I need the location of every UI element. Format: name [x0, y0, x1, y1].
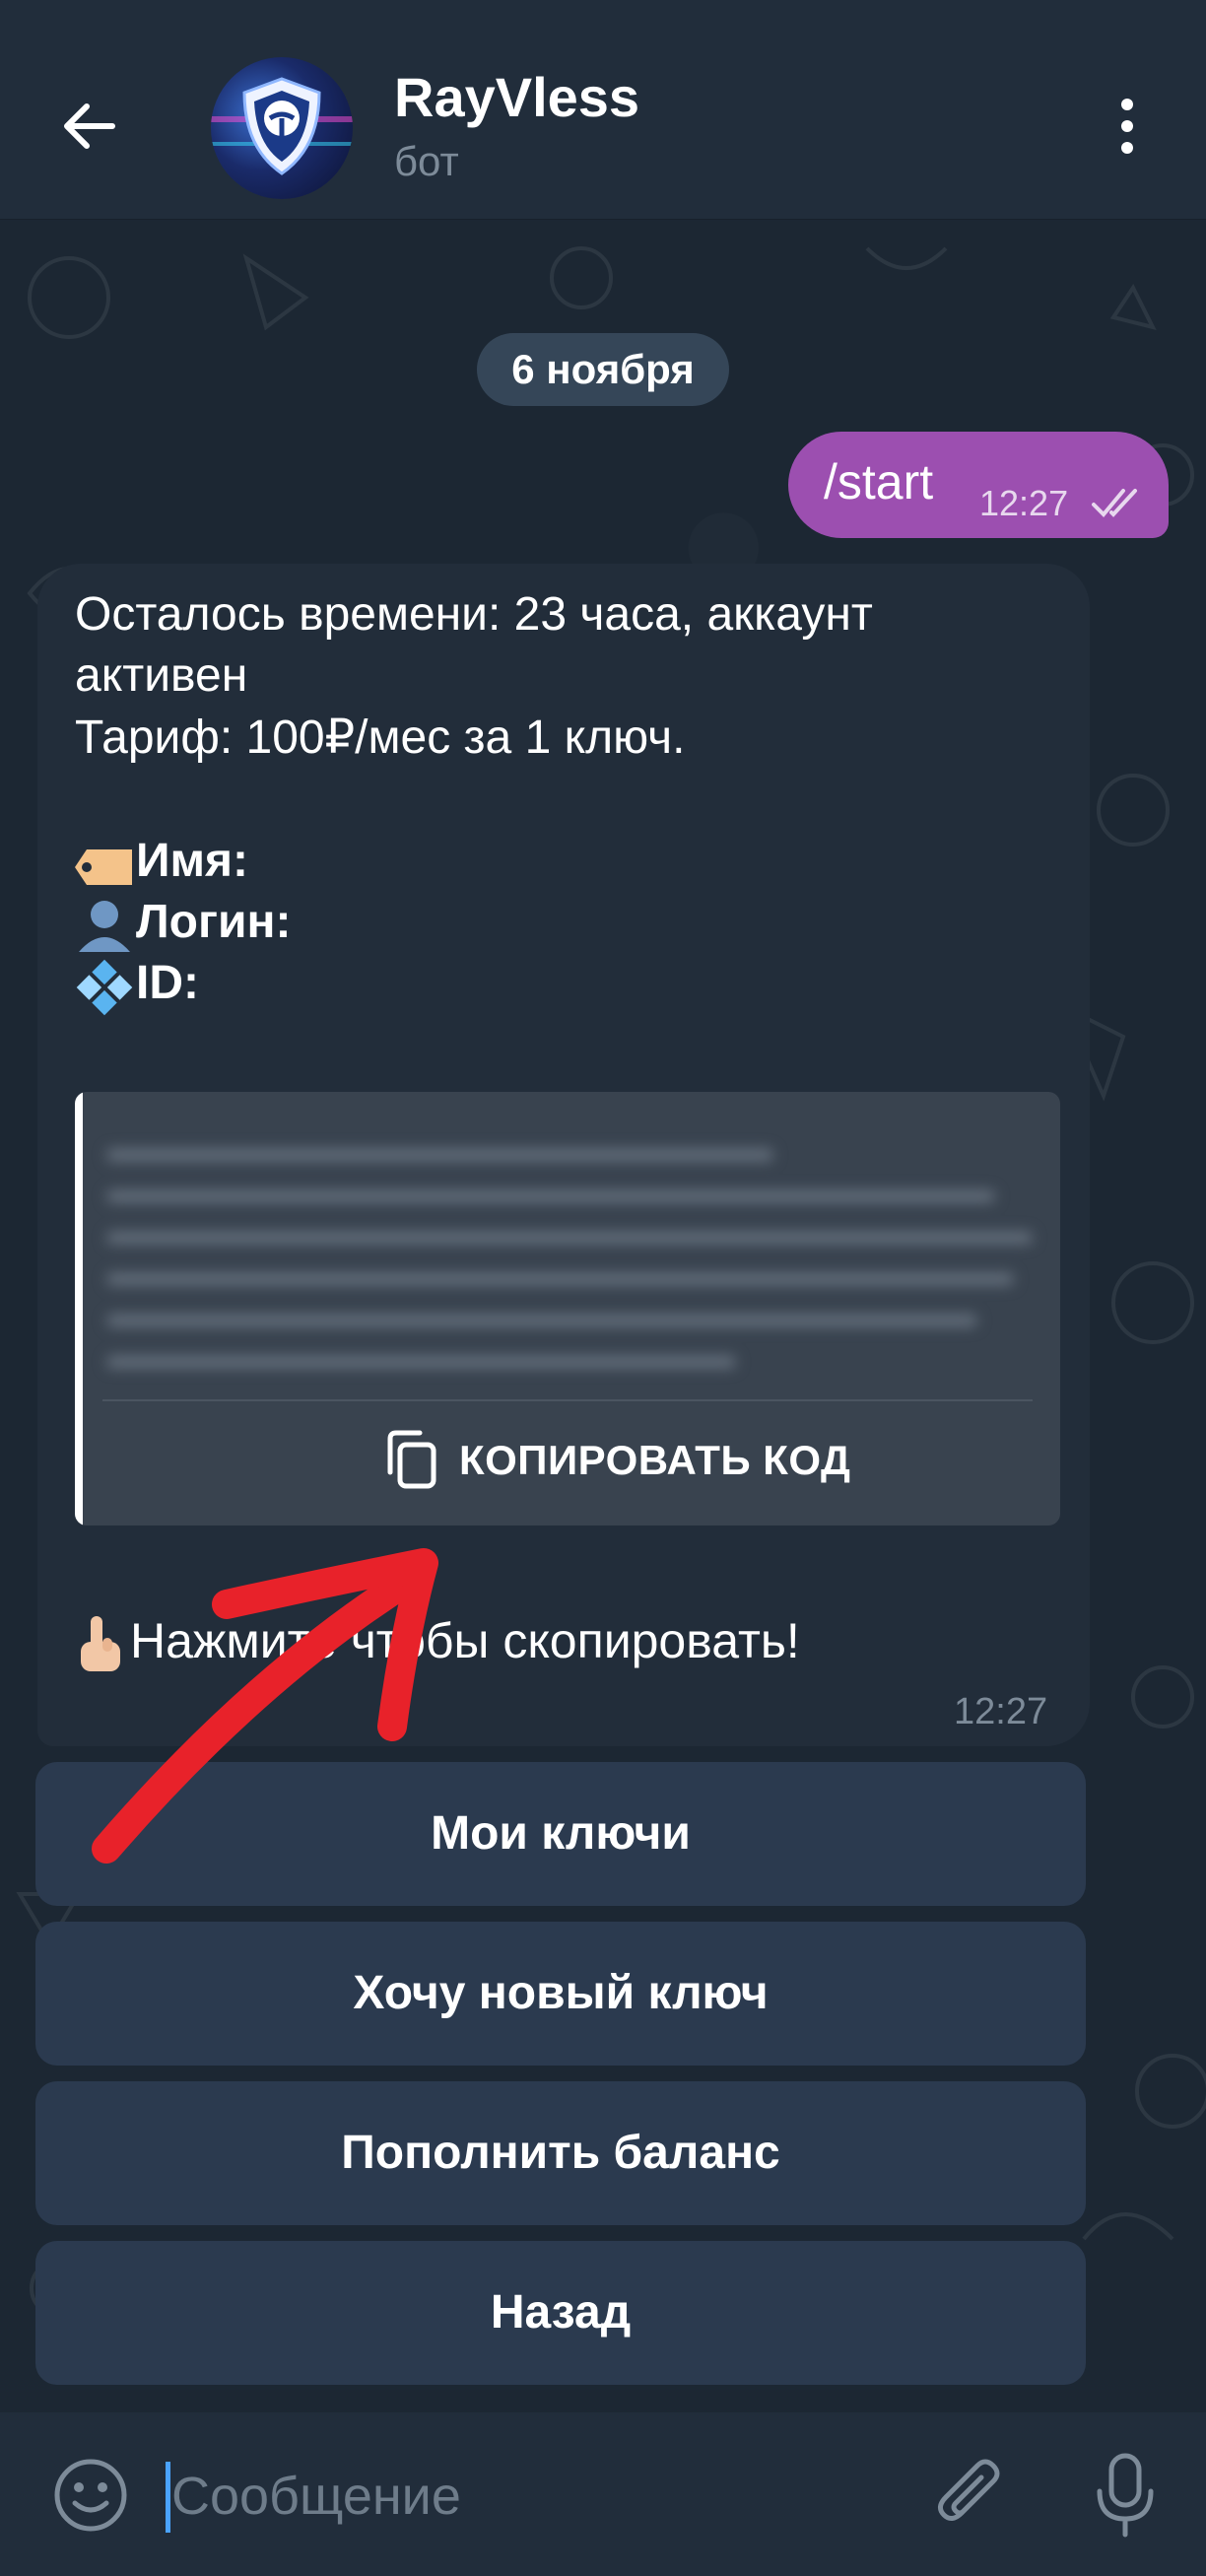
microphone-icon[interactable]	[1090, 2450, 1161, 2541]
message-line: Тариф: 100₽/мес за 1 ключ.	[75, 712, 686, 764]
back-button[interactable]: Назад	[35, 2241, 1086, 2385]
chat-title[interactable]: RayVless	[394, 65, 639, 129]
person-silhouette-icon	[79, 901, 130, 952]
message-input[interactable]	[171, 2452, 881, 2541]
emoji-smile-icon[interactable]	[51, 2456, 130, 2535]
message-composer	[0, 2412, 1206, 2576]
double-check-icon	[1092, 489, 1137, 517]
divider	[102, 1399, 1033, 1401]
bot-avatar[interactable]	[211, 57, 353, 199]
copy-code-button[interactable]: КОПИРОВАТЬ КОД	[459, 1437, 850, 1484]
code-block-accent	[75, 1092, 83, 1525]
field-id-label: ID:	[136, 957, 199, 1009]
top-up-balance-button[interactable]: Пополнить баланс	[35, 2081, 1086, 2225]
pointing-up-hand-icon	[81, 1616, 120, 1671]
back-arrow-icon[interactable]	[55, 91, 126, 162]
incoming-message[interactable]: Осталось времени: 23 часа, аккаунт актив…	[37, 564, 1090, 1746]
message-line: активен	[75, 649, 248, 702]
field-login-label: Логин:	[136, 896, 292, 948]
more-vertical-icon[interactable]	[1096, 91, 1159, 162]
outgoing-message[interactable]: /start 12:27	[788, 432, 1169, 538]
my-keys-button[interactable]: Мои ключи	[35, 1762, 1086, 1906]
message-line: Осталось времени: 23 часа, аккаунт	[75, 588, 873, 641]
text-cursor	[166, 2462, 170, 2533]
diamond-tiles-icon	[76, 959, 133, 1016]
code-block[interactable]: КОПИРОВАТЬ КОД	[75, 1092, 1060, 1525]
label-tag-icon	[75, 849, 132, 885]
message-time: 12:27	[979, 483, 1069, 523]
new-key-button[interactable]: Хочу новый ключ	[35, 1922, 1086, 2066]
field-name-label: Имя:	[136, 835, 248, 887]
message-time: 12:27	[954, 1691, 1048, 1732]
blurred-key-text	[106, 1119, 1033, 1368]
attach-paperclip-icon[interactable]	[930, 2452, 1009, 2537]
shield-logo-icon	[211, 77, 353, 175]
tap-to-copy-hint: Нажмите чтобы скопировать!	[130, 1613, 800, 1668]
chat-subtitle: бот	[394, 138, 459, 184]
chat-header: RayVless бот	[0, 0, 1206, 220]
copy-icon[interactable]	[382, 1429, 439, 1490]
date-separator: 6 ноября	[477, 333, 729, 406]
message-text: /start	[824, 454, 934, 509]
